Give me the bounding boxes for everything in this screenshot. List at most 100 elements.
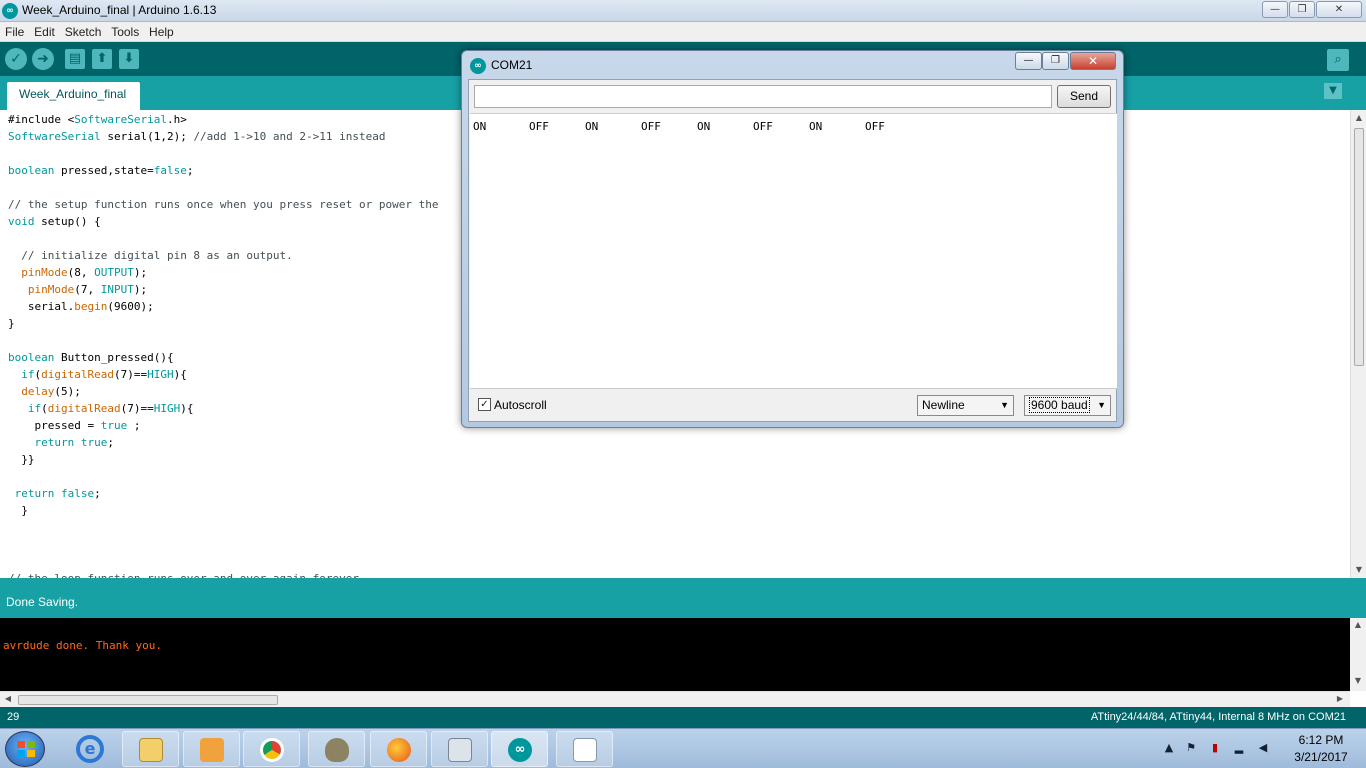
- window-title: Week_Arduino_final | Arduino 1.6.13: [22, 3, 217, 17]
- save-button[interactable]: ⬇: [119, 49, 139, 69]
- internet-explorer-icon: e: [76, 735, 104, 763]
- console-output: avrdude done. Thank you.: [0, 618, 1350, 691]
- menu-edit[interactable]: Edit: [31, 22, 58, 42]
- scroll-down-icon[interactable]: ▼: [1350, 676, 1366, 685]
- new-file-icon: ▤: [68, 51, 82, 66]
- system-tray: ▲ ⚑ ▮ ▂ ◀ 6:12 PM 3/21/2017: [1158, 729, 1366, 768]
- network-signal-icon[interactable]: ▂: [1232, 741, 1246, 755]
- console-hscrollbar[interactable]: ◀ ▶: [0, 691, 1350, 707]
- board-info: ATtiny24/44/84, ATtiny44, Internal 8 MHz…: [1090, 711, 1346, 723]
- taskbar-chrome[interactable]: [243, 731, 300, 767]
- clock-time[interactable]: 6:12 PM: [1286, 733, 1356, 747]
- serial-monitor-button[interactable]: ⌕: [1327, 49, 1349, 71]
- send-button[interactable]: Send: [1057, 85, 1111, 108]
- taskbar-calculator[interactable]: [431, 731, 488, 767]
- chrome-icon: [260, 738, 284, 762]
- close-icon: ✕: [1087, 54, 1099, 68]
- tab-menu-button[interactable]: ▼: [1324, 83, 1342, 99]
- firefox-icon: [387, 738, 411, 762]
- battery-icon[interactable]: ▮: [1208, 741, 1222, 755]
- notepad-icon: [573, 738, 597, 762]
- output-token: OFF: [529, 120, 549, 133]
- output-token: ON: [473, 120, 487, 133]
- new-button[interactable]: ▤: [65, 49, 85, 69]
- minimize-icon: —: [1270, 4, 1280, 15]
- autoscroll-checkbox[interactable]: ✓: [478, 398, 491, 411]
- console-scrollbar[interactable]: ▲ ▼: [1350, 618, 1366, 691]
- scroll-up-icon[interactable]: ▲: [1350, 620, 1366, 629]
- minimize-button[interactable]: —: [1015, 52, 1042, 70]
- serial-monitor-body: Send ON OFF ON OFF ON OFF ON OFF ✓ Autos…: [468, 79, 1117, 422]
- upload-button[interactable]: ➜: [32, 48, 54, 70]
- save-down-icon: ⬇: [123, 51, 135, 66]
- line-number: 29: [7, 711, 20, 723]
- gimp-icon: [325, 738, 349, 762]
- serial-input[interactable]: [474, 85, 1052, 108]
- menu-help[interactable]: Help: [146, 22, 177, 42]
- check-icon: ✓: [10, 51, 22, 67]
- taskbar: e ∞ ▲ ⚑ ▮ ▂ ◀ 6:12 PM 3/21/2017: [0, 728, 1366, 768]
- file-explorer-icon: [139, 738, 163, 762]
- scroll-down-icon[interactable]: ▼: [1351, 565, 1366, 574]
- menu-bar: File Edit Sketch Tools Help: [0, 22, 1366, 42]
- taskbar-firefox[interactable]: [370, 731, 427, 767]
- windows-logo-icon: [17, 741, 35, 757]
- editor-scrollbar[interactable]: ▲ ▼: [1350, 110, 1366, 578]
- maximize-button[interactable]: ❐: [1289, 1, 1315, 18]
- taskbar-explorer[interactable]: [122, 731, 179, 767]
- scroll-up-icon[interactable]: ▲: [1351, 113, 1366, 122]
- output-token: OFF: [641, 120, 661, 133]
- open-button[interactable]: ⬆: [92, 49, 112, 69]
- minimize-button[interactable]: —: [1262, 1, 1288, 18]
- taskbar-media[interactable]: [183, 731, 240, 767]
- chevron-down-icon: ▼: [1097, 400, 1106, 410]
- arduino-icon: ∞: [508, 738, 532, 762]
- scroll-thumb[interactable]: [18, 695, 278, 705]
- taskbar-gimp[interactable]: [308, 731, 365, 767]
- board-info-bar: 29 ATtiny24/44/84, ATtiny44, Internal 8 …: [0, 707, 1366, 728]
- line-ending-value: Newline: [922, 398, 965, 412]
- chevron-down-icon: ▼: [1329, 85, 1337, 96]
- status-bar: Done Saving.: [0, 586, 1366, 618]
- close-button[interactable]: ✕: [1316, 1, 1362, 18]
- scroll-left-icon[interactable]: ◀: [0, 694, 16, 703]
- taskbar-notepad[interactable]: [556, 731, 613, 767]
- scroll-right-icon[interactable]: ▶: [1332, 694, 1348, 703]
- taskbar-arduino[interactable]: ∞: [491, 731, 548, 767]
- close-button[interactable]: ✕: [1070, 52, 1116, 70]
- open-up-icon: ⬆: [96, 51, 108, 66]
- calculator-icon: [448, 738, 472, 762]
- baud-rate-select[interactable]: 9600 baud ▼: [1024, 395, 1111, 416]
- action-center-flag-icon[interactable]: ⚑: [1184, 741, 1198, 755]
- scroll-thumb[interactable]: [1354, 128, 1364, 366]
- magnifier-icon: ⌕: [1334, 52, 1342, 67]
- arduino-app-icon: ∞: [470, 58, 486, 74]
- line-ending-select[interactable]: Newline ▼: [917, 395, 1014, 416]
- console-line: avrdude done. Thank you.: [3, 639, 162, 652]
- output-token: ON: [585, 120, 599, 133]
- verify-button[interactable]: ✓: [5, 48, 27, 70]
- start-button[interactable]: [5, 731, 45, 767]
- taskbar-ie[interactable]: e: [66, 731, 116, 767]
- show-hidden-icons-icon[interactable]: ▲: [1162, 741, 1176, 755]
- maximize-button[interactable]: ❐: [1042, 52, 1069, 70]
- close-icon: ✕: [1334, 4, 1344, 15]
- volume-icon[interactable]: ◀: [1256, 741, 1270, 755]
- output-token: OFF: [865, 120, 885, 133]
- status-message: Done Saving.: [6, 595, 79, 609]
- output-token: ON: [809, 120, 823, 133]
- clock-date[interactable]: 3/21/2017: [1286, 750, 1356, 764]
- menu-sketch[interactable]: Sketch: [62, 22, 105, 42]
- checkmark-icon: ✓: [480, 399, 489, 410]
- autoscroll-label: Autoscroll: [494, 398, 547, 412]
- output-token: ON: [697, 120, 711, 133]
- tab-week-arduino-final[interactable]: Week_Arduino_final: [7, 82, 140, 110]
- arduino-app-icon: ∞: [2, 3, 18, 19]
- serial-monitor-window: ∞ COM21 — ❐ ✕ Send ON OFF ON OFF ON OFF …: [461, 50, 1124, 428]
- serial-output: ON OFF ON OFF ON OFF ON OFF: [470, 113, 1117, 389]
- minimize-icon: —: [1023, 55, 1034, 66]
- menu-tools[interactable]: Tools: [108, 22, 142, 42]
- menu-file[interactable]: File: [2, 22, 27, 42]
- code-text[interactable]: #include <SoftwareSerial.h> SoftwareSeri…: [8, 111, 438, 578]
- divider: [0, 578, 1366, 586]
